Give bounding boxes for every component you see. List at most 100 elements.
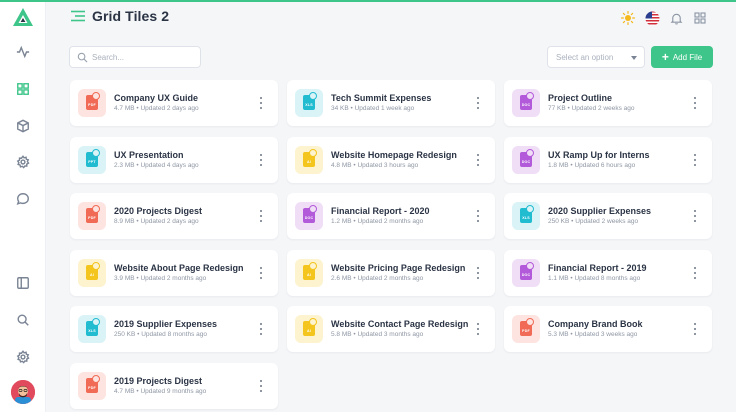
sidebar-item-box[interactable] — [13, 116, 33, 136]
file-card[interactable]: XLS 2020 Supplier Expenses 250 KB • Update… — [504, 193, 712, 239]
file-type-label: PDF — [88, 103, 96, 107]
more-options-icon[interactable] — [475, 323, 481, 335]
file-meta: 1.8 MB • Updated 6 hours ago — [548, 162, 635, 169]
file-size: 34 KB — [331, 105, 349, 112]
more-options-icon[interactable] — [258, 267, 264, 279]
panel-icon — [17, 277, 29, 289]
file-title[interactable]: 2020 Projects Digest — [114, 206, 202, 216]
file-meta: 4.7 MB • Updated 2 days ago — [114, 105, 199, 112]
file-size: 1.2 MB — [331, 218, 352, 225]
more-options-icon[interactable] — [475, 267, 481, 279]
file-card[interactable]: DOC Financial Report - 2019 1.1 MB • Updat… — [504, 250, 712, 296]
language-selector[interactable] — [644, 10, 660, 26]
file-card[interactable]: PDF Company UX Guide 4.7 MB • Updated 2 da… — [70, 80, 278, 126]
caret-down-icon — [631, 56, 637, 60]
file-title[interactable]: UX Ramp Up for Interns — [548, 150, 650, 160]
file-type-xls-icon: XLS — [295, 89, 323, 117]
avatar[interactable] — [11, 380, 35, 404]
file-type-label: DOC — [304, 216, 314, 220]
file-title[interactable]: Project Outline — [548, 93, 612, 103]
file-title[interactable]: Website Homepage Redesign — [331, 150, 457, 160]
plus-icon: + — [661, 50, 669, 64]
add-file-button[interactable]: + Add File — [651, 46, 713, 68]
file-size: 4.7 MB — [114, 105, 135, 112]
sidebar-item-search[interactable] — [13, 310, 33, 330]
notifications-button[interactable] — [668, 10, 684, 26]
sidebar-item-settings[interactable] — [13, 152, 33, 172]
file-card[interactable]: DOC Project Outline 77 KB • Updated 2 week… — [504, 80, 712, 126]
file-type-label: PDF — [88, 216, 96, 220]
file-title[interactable]: Tech Summit Expenses — [331, 93, 431, 103]
search-input[interactable] — [92, 49, 196, 65]
theme-toggle[interactable] — [620, 10, 636, 26]
more-options-icon[interactable] — [258, 323, 264, 335]
more-options-icon[interactable] — [475, 97, 481, 109]
file-title[interactable]: Financial Report - 2020 — [331, 206, 430, 216]
file-meta: 250 KB • Updated 2 weeks ago — [548, 218, 638, 225]
more-options-icon[interactable] — [692, 323, 698, 335]
file-title[interactable]: 2019 Projects Digest — [114, 376, 202, 386]
file-card[interactable]: DOC UX Ramp Up for Interns 1.8 MB • Update… — [504, 137, 712, 183]
more-options-icon[interactable] — [258, 210, 264, 222]
file-title[interactable]: Company Brand Book — [548, 319, 643, 329]
file-title[interactable]: Website Pricing Page Redesign — [331, 263, 465, 273]
file-card[interactable]: AI Website Pricing Page Redesign 2.6 MB • … — [287, 250, 495, 296]
file-size: 250 KB — [114, 331, 136, 338]
logo-icon[interactable] — [13, 8, 33, 26]
sidebar-item-activity[interactable] — [13, 42, 33, 62]
more-options-icon[interactable] — [258, 380, 264, 392]
file-title[interactable]: UX Presentation — [114, 150, 184, 160]
file-updated: Updated 8 months ago — [141, 331, 207, 338]
more-options-icon[interactable] — [475, 210, 481, 222]
file-card[interactable]: PDF 2020 Projects Digest 8.9 MB • Updated … — [70, 193, 278, 239]
file-meta: 4.8 MB • Updated 3 hours ago — [331, 162, 418, 169]
file-card[interactable]: AI Website About Page Redesign 3.9 MB • Up… — [70, 250, 278, 296]
file-meta: 3.9 MB • Updated 2 months ago — [114, 275, 206, 282]
file-title[interactable]: Financial Report - 2019 — [548, 263, 647, 273]
option-select[interactable]: Select an option — [547, 46, 645, 68]
file-card[interactable]: DOC Financial Report - 2020 1.2 MB • Updat… — [287, 193, 495, 239]
select-placeholder: Select an option — [556, 53, 614, 62]
file-type-label: DOC — [521, 273, 531, 277]
file-card[interactable]: XLS 2019 Supplier Expenses 250 KB • Update… — [70, 306, 278, 352]
file-card[interactable]: XLS Tech Summit Expenses 34 KB • Updated 1… — [287, 80, 495, 126]
more-options-icon[interactable] — [258, 154, 264, 166]
file-card[interactable]: AI Website Contact Page Redesign 5.8 MB • … — [287, 306, 495, 352]
file-meta: 1.1 MB • Updated 8 months ago — [548, 275, 640, 282]
file-title[interactable]: 2019 Supplier Expenses — [114, 319, 217, 329]
more-options-icon[interactable] — [692, 267, 698, 279]
sidebar-item-grid[interactable] — [13, 79, 33, 99]
more-options-icon[interactable] — [475, 154, 481, 166]
search-box[interactable] — [69, 46, 201, 68]
more-options-icon[interactable] — [692, 154, 698, 166]
menu-icon[interactable] — [71, 10, 85, 22]
bell-icon — [670, 13, 682, 24]
file-card[interactable]: PPT UX Presentation 2.3 MB • Updated 4 day… — [70, 137, 278, 183]
file-type-ai-icon: AI — [295, 315, 323, 343]
file-type-ppt-icon: PPT — [78, 146, 106, 174]
file-updated: Updated 4 days ago — [140, 162, 199, 169]
file-meta: 2.6 MB • Updated 2 months ago — [331, 275, 423, 282]
file-type-doc-icon: DOC — [512, 146, 540, 174]
file-type-label: PDF — [522, 329, 530, 333]
file-title[interactable]: Company UX Guide — [114, 93, 198, 103]
file-type-doc-icon: DOC — [512, 89, 540, 117]
more-options-icon[interactable] — [692, 210, 698, 222]
file-card[interactable]: PDF 2019 Projects Digest 4.7 MB • Updated … — [70, 363, 278, 409]
file-size: 3.9 MB — [114, 275, 135, 282]
file-title[interactable]: 2020 Supplier Expenses — [548, 206, 651, 216]
file-type-label: XLS — [522, 216, 530, 220]
file-title[interactable]: Website About Page Redesign — [114, 263, 244, 273]
file-size: 4.8 MB — [331, 162, 352, 169]
file-title[interactable]: Website Contact Page Redesign — [331, 319, 468, 329]
apps-button[interactable] — [692, 10, 708, 26]
file-meta: 1.2 MB • Updated 2 months ago — [331, 218, 423, 225]
file-card[interactable]: PDF Company Brand Book 5.3 MB • Updated 3 … — [504, 306, 712, 352]
sidebar-item-chat[interactable] — [13, 189, 33, 209]
more-options-icon[interactable] — [258, 97, 264, 109]
file-size: 5.3 MB — [548, 331, 569, 338]
sidebar-item-gear[interactable] — [13, 347, 33, 367]
more-options-icon[interactable] — [692, 97, 698, 109]
file-card[interactable]: AI Website Homepage Redesign 4.8 MB • Upda… — [287, 137, 495, 183]
sidebar-item-panel[interactable] — [13, 273, 33, 293]
